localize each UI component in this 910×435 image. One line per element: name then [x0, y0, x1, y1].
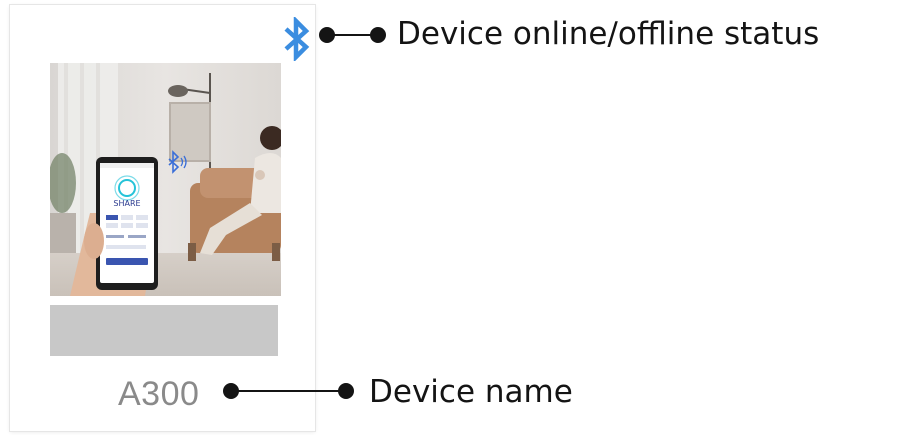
device-photo: SHARE: [50, 63, 281, 296]
device-card[interactable]: SHARE A300: [10, 5, 315, 431]
phone-mockup: SHARE: [96, 157, 158, 290]
status-callout-label: Device online/offline status: [397, 16, 820, 52]
device-name[interactable]: A300: [118, 375, 199, 414]
name-callout-label: Device name: [369, 374, 573, 410]
app-logo-text: SHARE: [113, 199, 140, 208]
screen: SHARE A300 Device online/offline status …: [0, 0, 910, 435]
device-name-placeholder-bar: [50, 305, 278, 356]
bluetooth-icon[interactable]: [278, 15, 316, 63]
